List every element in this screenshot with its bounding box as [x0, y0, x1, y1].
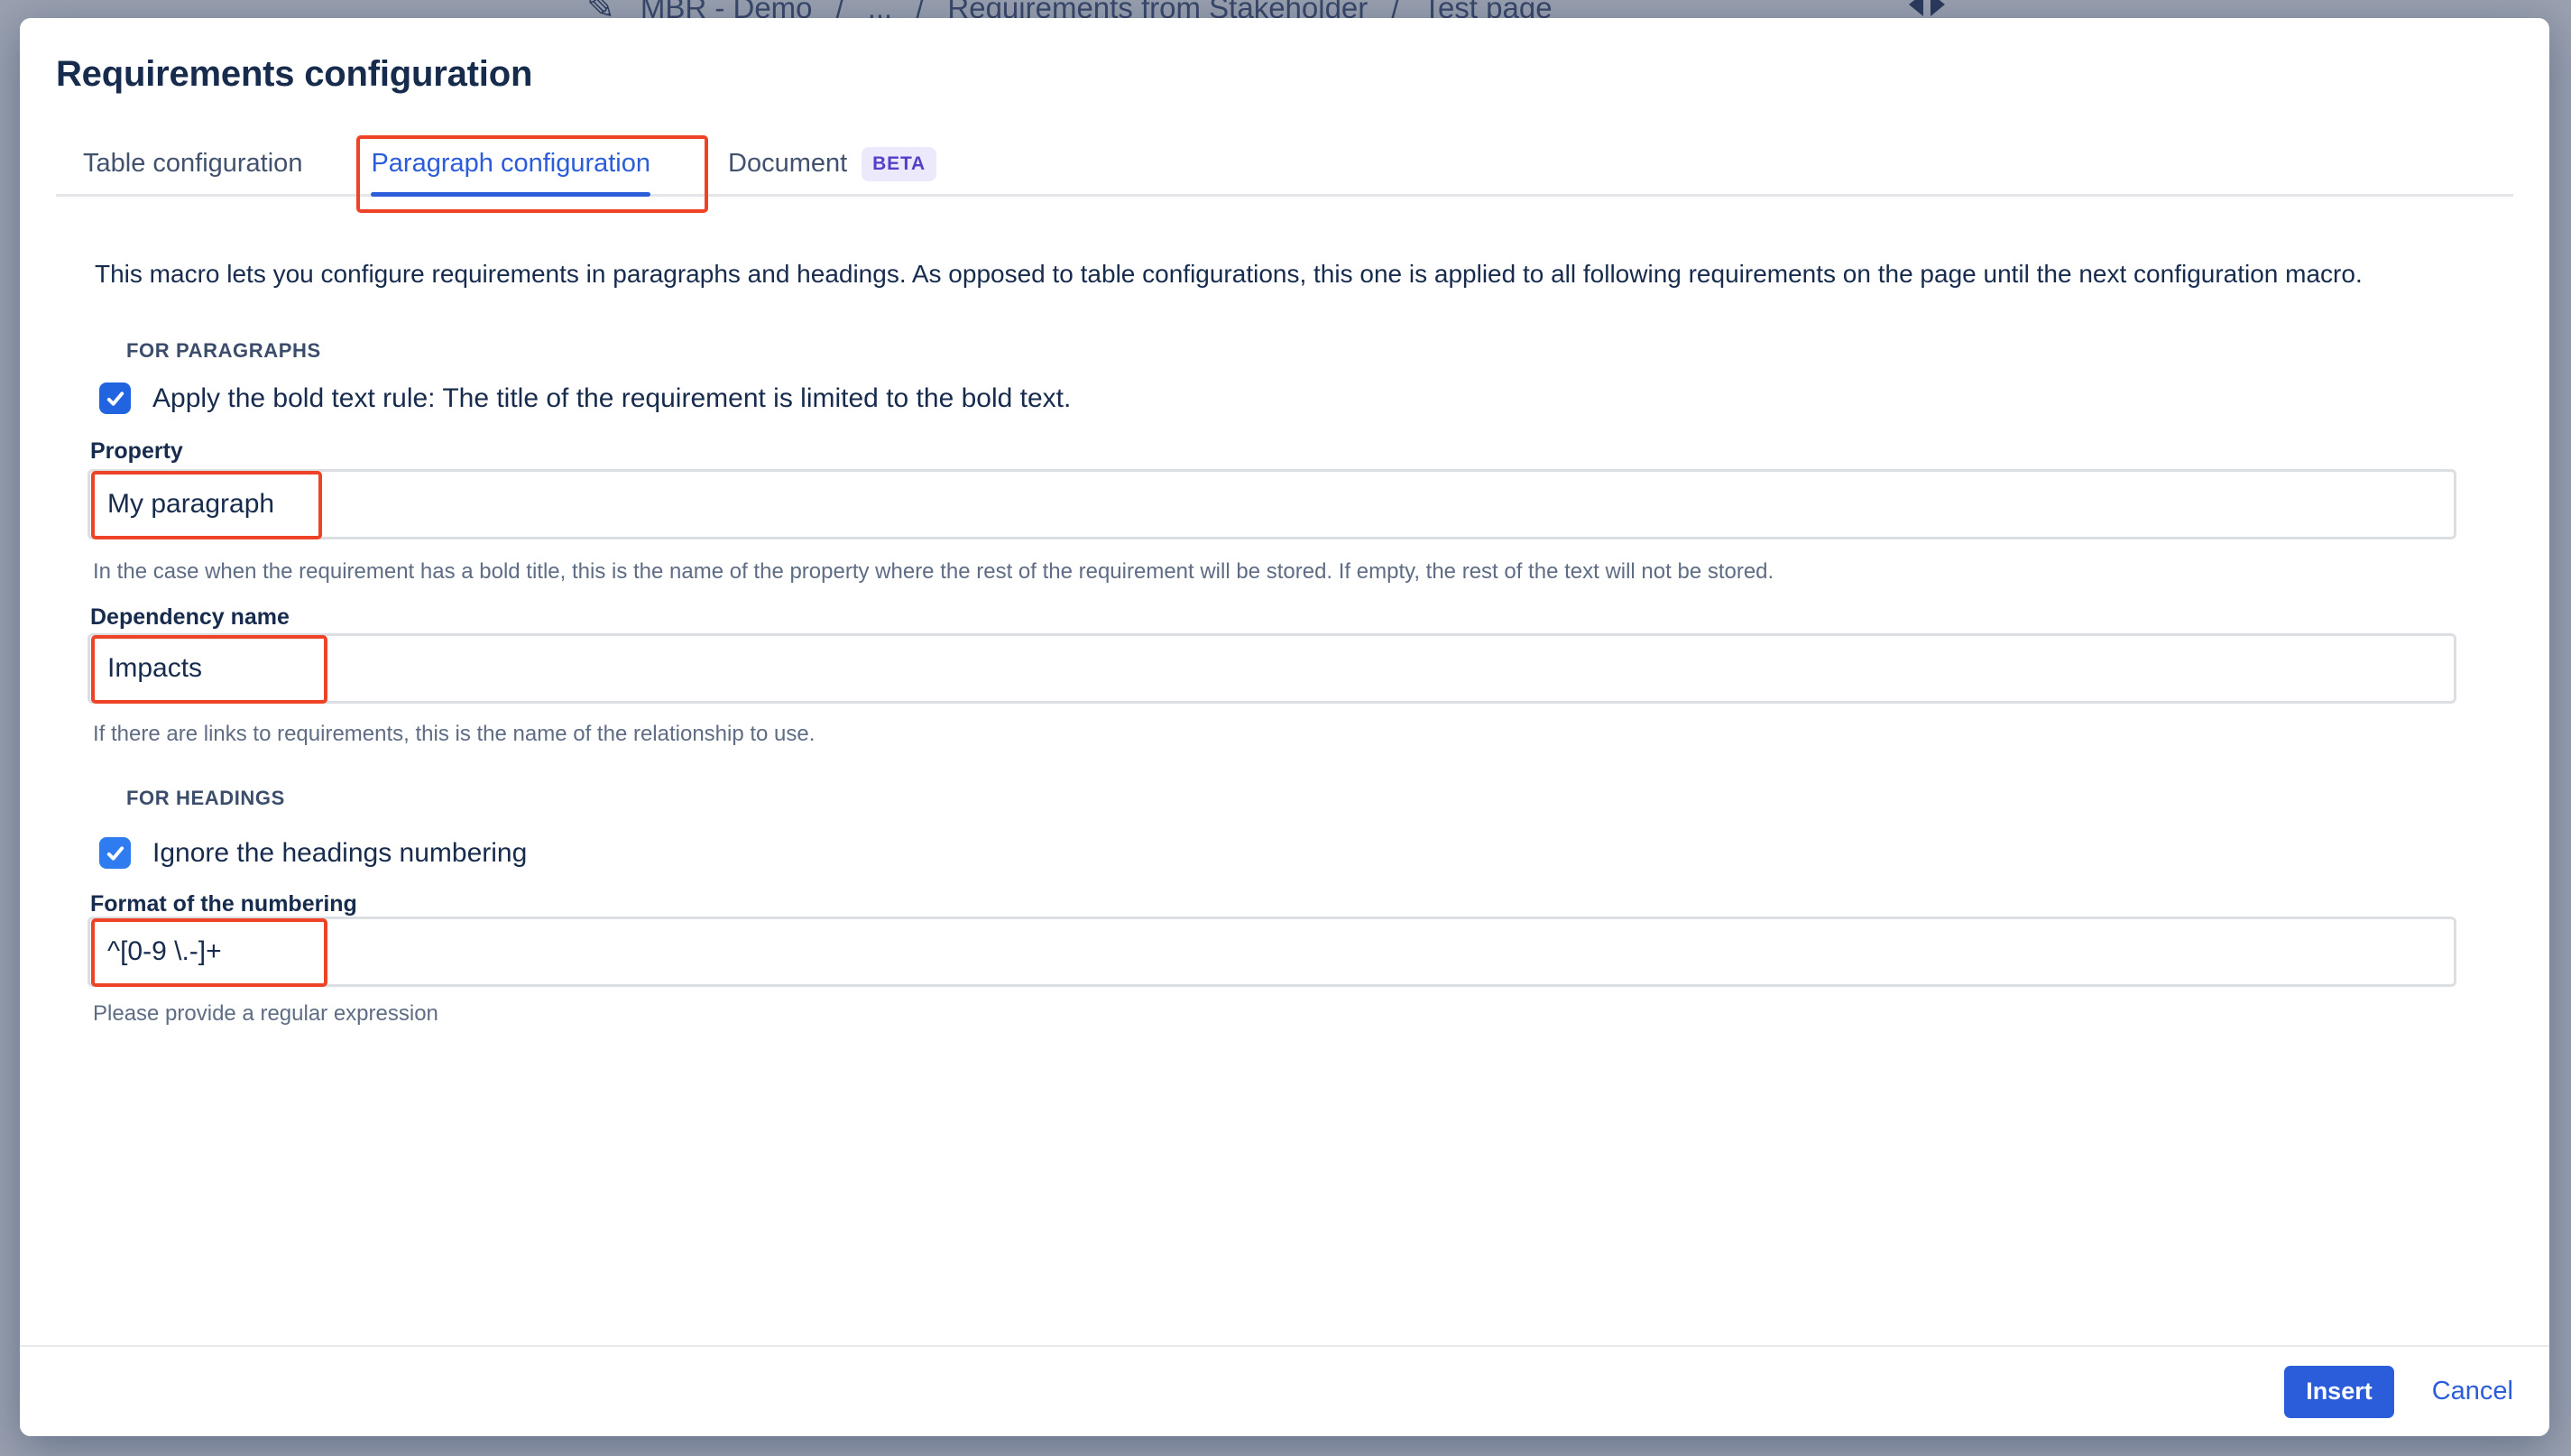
tab-label: Document	[728, 149, 847, 179]
checkmark-icon	[105, 843, 126, 864]
property-label: Property	[90, 438, 183, 465]
tab-label: Paragraph configuration	[371, 149, 650, 179]
tab-table-configuration[interactable]: Table configuration	[83, 134, 302, 194]
horizontal-resize-icon	[1905, 0, 1949, 18]
bold-text-rule-label[interactable]: Apply the bold text rule: The title of t…	[152, 383, 1071, 414]
dependency-name-input[interactable]	[88, 633, 2456, 704]
format-help-text: Please provide a regular expression	[93, 1001, 438, 1027]
tab-document[interactable]: Document BETA	[728, 134, 936, 194]
beta-badge: BETA	[862, 147, 936, 181]
bold-text-rule-checkbox[interactable]	[99, 382, 131, 414]
ignore-numbering-checkbox[interactable]	[99, 837, 131, 869]
insert-button[interactable]: Insert	[2284, 1366, 2394, 1418]
macro-description: This macro lets you configure requiremen…	[95, 260, 2363, 289]
format-numbering-label: Format of the numbering	[90, 891, 357, 917]
dialog-footer: Insert Cancel	[20, 1345, 2549, 1436]
section-heading-for-paragraphs: FOR PARAGRAPHS	[126, 339, 321, 363]
format-numbering-input[interactable]	[88, 917, 2456, 987]
ignore-numbering-label[interactable]: Ignore the headings numbering	[152, 838, 527, 869]
dialog-title: Requirements configuration	[56, 54, 532, 95]
tab-paragraph-configuration[interactable]: Paragraph configuration	[371, 134, 650, 194]
property-help-text: In the case when the requirement has a b…	[93, 559, 1774, 585]
tab-label: Table configuration	[83, 149, 302, 179]
property-input[interactable]	[88, 469, 2456, 539]
checkmark-icon	[105, 388, 126, 410]
requirements-configuration-dialog: Requirements configuration Table configu…	[20, 18, 2549, 1436]
ignore-numbering-row: Ignore the headings numbering	[99, 837, 527, 869]
cancel-button[interactable]: Cancel	[2432, 1377, 2513, 1406]
bold-text-rule-row: Apply the bold text rule: The title of t…	[99, 382, 1071, 414]
tab-bar: Table configuration Paragraph configurat…	[56, 134, 2513, 197]
dependency-help-text: If there are links to requirements, this…	[93, 722, 815, 747]
section-heading-for-headings: FOR HEADINGS	[126, 787, 285, 810]
dependency-name-label: Dependency name	[90, 604, 290, 631]
